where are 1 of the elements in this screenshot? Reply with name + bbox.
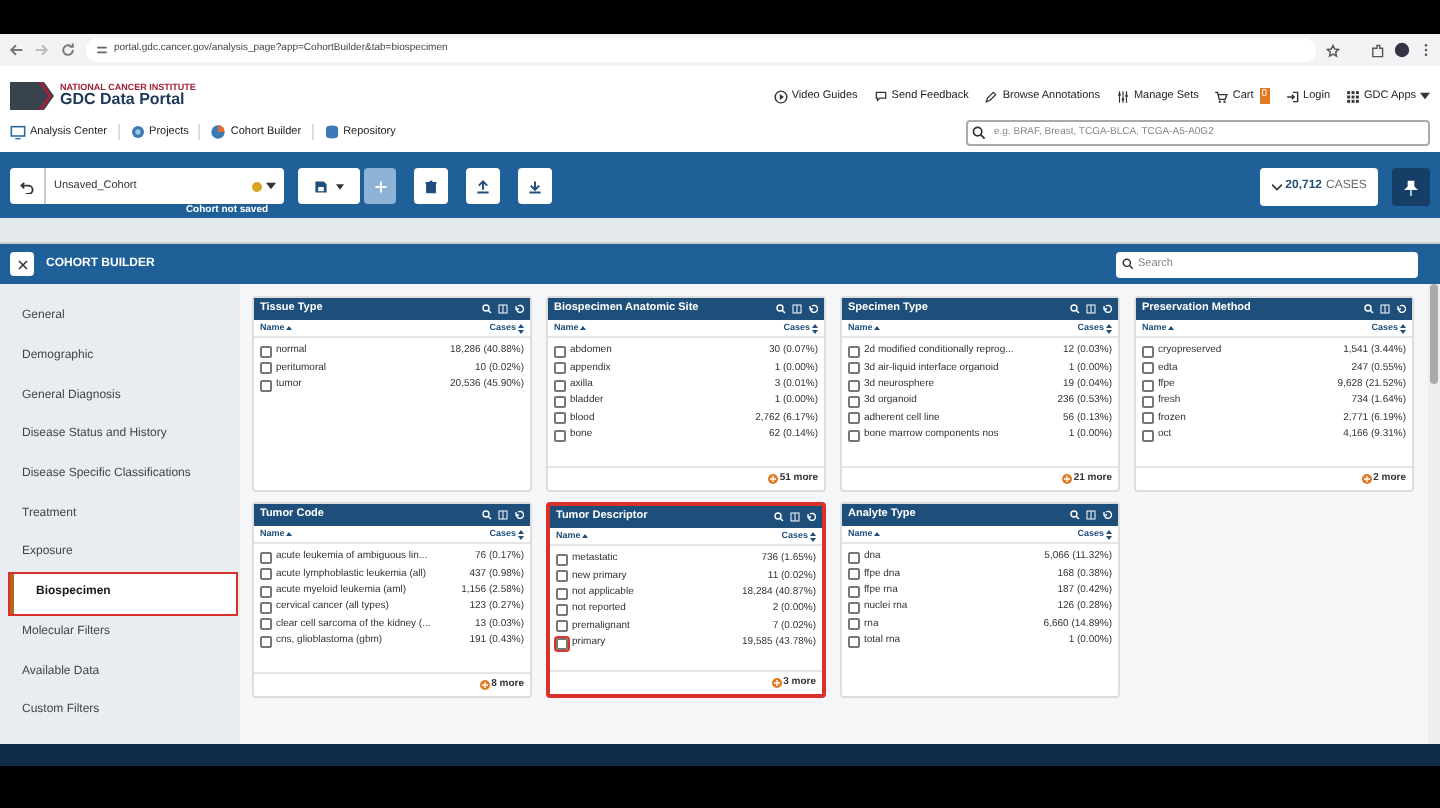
portal-title[interactable]: GDC Data Portal	[60, 92, 196, 109]
